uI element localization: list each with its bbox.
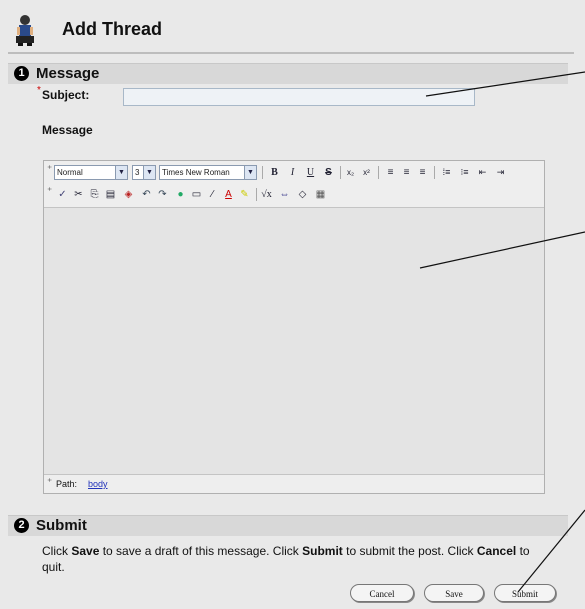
message-section-header: 1 Message [8,63,568,84]
toolbar-separator [340,166,341,179]
toolbar-grip-icon[interactable]: ⁺ [47,186,52,197]
font-size-select[interactable]: 3 ▼ [132,165,156,180]
chevron-down-icon: ▼ [115,166,127,179]
subject-label: Subject: [42,88,90,102]
submit-instructions: Click Save to save a draft of this messa… [42,543,552,575]
save-button[interactable]: Save [424,584,484,602]
superscript-icon[interactable]: x² [360,166,373,179]
step-number-badge: 2 [14,518,29,533]
user-figure-icon [16,15,34,46]
font-size-value: 3 [135,168,140,177]
paragraph-style-value: Normal [57,168,83,177]
align-center-icon[interactable]: ≡ [400,166,413,179]
outdent-icon[interactable]: ⇤ [476,166,489,179]
path-grip-icon[interactable]: ⁺ [47,477,52,488]
instr-bold: Submit [302,544,343,558]
italic-icon[interactable]: I [286,166,299,179]
copy-icon[interactable]: ⎘ [88,188,101,201]
font-family-select[interactable]: Times New Roman ▼ [159,165,257,180]
undo-icon[interactable]: ↶ [140,188,153,201]
submit-section-header: 2 Submit [8,515,568,536]
highlight-icon[interactable]: ✎ [238,188,251,201]
required-marker: * [37,85,41,96]
toolbar-grip-icon[interactable]: ⁺ [47,164,52,175]
equation-icon[interactable]: √x [260,188,273,201]
message-section-title: Message [36,65,100,82]
page-title: Add Thread [62,19,163,39]
header-divider [8,52,574,54]
font-family-value: Times New Roman [162,168,230,177]
chevron-down-icon: ▼ [244,166,256,179]
toolbar-separator [434,166,435,179]
html-mode-icon[interactable]: ◈ [122,188,135,201]
instr-bold: Save [71,544,100,558]
spellcheck-icon[interactable]: ✓ [56,188,69,201]
redo-icon[interactable]: ↷ [156,188,169,201]
editor-toolbar: ⁺ Normal ▼ 3 ▼ Times New Roman ▼ B I U S… [44,161,544,208]
draw-line-icon[interactable]: ∕ [206,188,219,201]
ordered-list-icon[interactable]: ⁞≡ [440,166,453,179]
align-left-icon[interactable]: ≡ [384,166,397,179]
insert-link-icon[interactable]: ● [174,188,187,201]
strikethrough-icon[interactable]: S [322,166,335,179]
bold-icon[interactable]: B [268,166,281,179]
step-number-badge: 1 [14,66,29,81]
underline-icon[interactable]: U [304,166,317,179]
toolbar-separator [262,166,263,179]
editor-path-bar: ⁺ Path: body [44,474,544,493]
unordered-list-icon[interactable]: ⁝≡ [458,166,471,179]
submit-section-title: Submit [36,517,87,534]
editor-content-area[interactable] [44,208,544,475]
rich-text-editor: ⁺ Normal ▼ 3 ▼ Times New Roman ▼ B I U S… [43,160,545,494]
subscript-icon[interactable]: x₂ [344,166,357,179]
cut-icon[interactable]: ✂ [72,188,85,201]
expand-icon[interactable]: ⇔ [278,188,291,201]
indent-icon[interactable]: ⇥ [494,166,507,179]
source-code-icon[interactable]: ◇ [296,188,309,201]
instr-text: Click [42,544,72,558]
text-color-icon[interactable]: A [222,188,235,201]
insert-table-icon[interactable]: ▭ [190,188,203,201]
path-label: Path: [56,479,78,489]
instr-bold: Cancel [476,544,517,558]
subject-input[interactable] [123,88,475,106]
instr-text: to save a draft of this message. Click [99,544,303,558]
path-body-link[interactable]: body [88,479,108,489]
align-right-icon[interactable]: ≡ [416,166,429,179]
instr-text: to submit the post. Click [342,544,477,558]
edit-document-icon[interactable]: ▦ [314,188,327,201]
toolbar-separator [256,188,257,201]
paste-icon[interactable]: ▤ [104,188,117,201]
submit-button[interactable]: Submit [494,584,556,602]
chevron-down-icon: ▼ [143,166,155,179]
paragraph-style-select[interactable]: Normal ▼ [54,165,128,180]
message-label: Message [42,123,93,137]
cancel-button[interactable]: Cancel [350,584,414,602]
toolbar-separator [378,166,379,179]
